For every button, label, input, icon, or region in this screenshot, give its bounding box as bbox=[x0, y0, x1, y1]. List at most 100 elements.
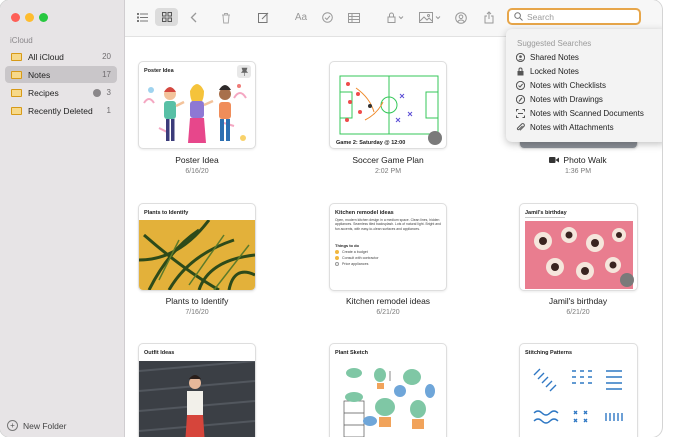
note-thumbnail-stitching-patterns[interactable]: Stitching Patterns bbox=[519, 343, 638, 437]
checkbox-icon[interactable] bbox=[335, 262, 339, 266]
thumbnail-title: Kitchen remodel ideas bbox=[335, 210, 394, 216]
suggestion-scanned-documents[interactable]: Notes with Scanned Documents bbox=[516, 107, 644, 119]
checklist-item[interactable]: Create a budget bbox=[335, 250, 368, 254]
share-button[interactable] bbox=[482, 9, 496, 26]
suggestion-locked-notes[interactable]: Locked Notes bbox=[516, 65, 579, 77]
list-view-button[interactable] bbox=[131, 8, 154, 26]
cupcakes-photo bbox=[525, 221, 633, 289]
folder-icon bbox=[11, 52, 22, 61]
note-date: 2:02 PM bbox=[374, 168, 402, 175]
sidebar-item-recipes[interactable]: Recipes 3 bbox=[5, 84, 117, 101]
note-thumbnail-kitchen-remodel[interactable]: Kitchen remodel ideas Open, modern kitch… bbox=[329, 203, 447, 291]
share-icon bbox=[484, 11, 494, 24]
sidebar-item-label: All iCloud bbox=[28, 51, 64, 62]
suggestion-shared-notes[interactable]: Shared Notes bbox=[516, 51, 579, 63]
sidebar: iCloud All iCloud 20 Notes 17 Recipes 3 … bbox=[0, 0, 125, 437]
minimize-window-button[interactable] bbox=[25, 13, 34, 22]
suggestion-label: Shared Notes bbox=[530, 52, 579, 62]
sidebar-item-recently-deleted[interactable]: Recently Deleted 1 bbox=[5, 102, 117, 119]
suggestion-attachments[interactable]: Notes with Attachments bbox=[516, 121, 614, 133]
checkbox-icon[interactable] bbox=[335, 250, 339, 254]
checkbox-icon[interactable] bbox=[335, 256, 339, 260]
thumbnail-title: Plant Sketch bbox=[335, 350, 369, 356]
checklist-button[interactable] bbox=[320, 9, 334, 26]
plant-sketch-drawing bbox=[343, 368, 435, 437]
checklist-heading: Things to do bbox=[335, 243, 359, 248]
zoom-window-button[interactable] bbox=[39, 13, 48, 22]
folder-icon bbox=[11, 106, 22, 115]
share-people-button[interactable] bbox=[454, 9, 468, 26]
thumbnail-title: Jamil's birthday bbox=[525, 210, 567, 216]
thumbnail-title: Stitching Patterns bbox=[525, 350, 573, 356]
note-date: 1:36 PM bbox=[564, 168, 592, 175]
format-label: Aa bbox=[294, 12, 308, 23]
suggestion-label: Notes with Drawings bbox=[530, 94, 603, 104]
add-people-icon bbox=[455, 11, 467, 24]
search-input[interactable] bbox=[527, 11, 627, 22]
note-date: 6/21/20 bbox=[566, 309, 590, 316]
table-button[interactable] bbox=[347, 9, 361, 26]
note-name: Poster Idea bbox=[175, 155, 219, 165]
list-icon bbox=[137, 12, 148, 22]
checklist-item[interactable]: Price appliances bbox=[335, 262, 368, 266]
pencil-circle-icon bbox=[516, 94, 525, 104]
suggestion-checklists[interactable]: Notes with Checklists bbox=[516, 79, 606, 91]
checklist-item[interactable]: Consult with contractor bbox=[335, 256, 379, 260]
sidebar-item-count: 20 bbox=[102, 52, 111, 61]
note-name: Photo Walk bbox=[563, 155, 607, 165]
trash-icon bbox=[222, 12, 230, 23]
magnifying-glass-icon bbox=[514, 12, 523, 21]
note-date: 7/16/20 bbox=[185, 309, 209, 316]
checklist-item-label: Consult with contractor bbox=[342, 256, 379, 260]
delete-button[interactable] bbox=[219, 9, 233, 26]
checkmark-circle-icon bbox=[516, 80, 525, 90]
note-thumbnail-outfit-ideas[interactable]: Outfit Ideas bbox=[138, 343, 256, 437]
suggestion-drawings[interactable]: Notes with Drawings bbox=[516, 93, 603, 105]
lock-menu-button[interactable] bbox=[385, 9, 407, 26]
sidebar-item-notes[interactable]: Notes 17 bbox=[5, 66, 117, 83]
search-field[interactable] bbox=[507, 8, 641, 25]
new-folder-button[interactable]: + New Folder bbox=[7, 420, 66, 431]
divider bbox=[525, 217, 565, 218]
thumbnail-title: Outfit Ideas bbox=[144, 350, 175, 356]
compose-button[interactable] bbox=[256, 9, 270, 26]
notes-window: iCloud All iCloud 20 Notes 17 Recipes 3 … bbox=[0, 0, 662, 437]
pin-icon bbox=[240, 67, 248, 76]
thumbnail-title: Plants to Identify bbox=[144, 210, 189, 216]
sidebar-item-all-icloud[interactable]: All iCloud 20 bbox=[5, 48, 117, 65]
note-name: Soccer Game Plan bbox=[352, 155, 424, 165]
stitching-patterns-drawing bbox=[533, 368, 623, 424]
person-circle-icon bbox=[516, 52, 525, 62]
suggestion-label: Locked Notes bbox=[530, 66, 579, 76]
checkmark-circle-icon bbox=[321, 12, 333, 23]
note-thumbnail-poster-idea[interactable]: Poster Idea bbox=[138, 61, 256, 149]
note-thumbnail-soccer-game-plan[interactable]: Game 2: Saturday @ 12:00 bbox=[329, 61, 447, 149]
poster-illustration bbox=[143, 84, 247, 143]
sidebar-item-count: 1 bbox=[106, 106, 111, 115]
note-thumbnail-plants-to-identify[interactable]: Plants to Identify bbox=[138, 203, 256, 291]
scan-icon bbox=[516, 108, 525, 118]
checklist-item-label: Price appliances bbox=[342, 262, 369, 266]
sidebar-item-label: Notes bbox=[28, 69, 51, 80]
note-thumbnail-plant-sketch[interactable]: Plant Sketch bbox=[329, 343, 447, 437]
suggestion-label: Notes with Scanned Documents bbox=[530, 108, 644, 118]
note-date: 6/21/20 bbox=[376, 309, 400, 316]
close-window-button[interactable] bbox=[11, 13, 20, 22]
note-thumbnail-jamils-birthday[interactable]: Jamil's birthday bbox=[519, 203, 638, 291]
lock-icon bbox=[387, 12, 404, 23]
note-name: Kitchen remodel ideas bbox=[345, 296, 431, 306]
back-button[interactable] bbox=[186, 9, 200, 26]
shared-folder-icon bbox=[92, 88, 101, 97]
format-button[interactable]: Aa bbox=[292, 9, 310, 26]
folder-icon bbox=[11, 88, 22, 97]
paperclip-icon bbox=[516, 122, 525, 132]
pinned-badge[interactable] bbox=[237, 65, 251, 78]
sidebar-item-label: Recently Deleted bbox=[28, 105, 93, 116]
chevron-left-icon bbox=[190, 12, 196, 23]
shared-avatar-icon bbox=[428, 131, 442, 145]
media-menu-button[interactable] bbox=[418, 9, 444, 26]
video-icon bbox=[549, 157, 560, 163]
note-body-text: Open, modern kitchen design in a medium … bbox=[335, 218, 441, 231]
gallery-view-button[interactable] bbox=[155, 8, 178, 26]
note-name-row: Photo Walk bbox=[498, 155, 658, 165]
